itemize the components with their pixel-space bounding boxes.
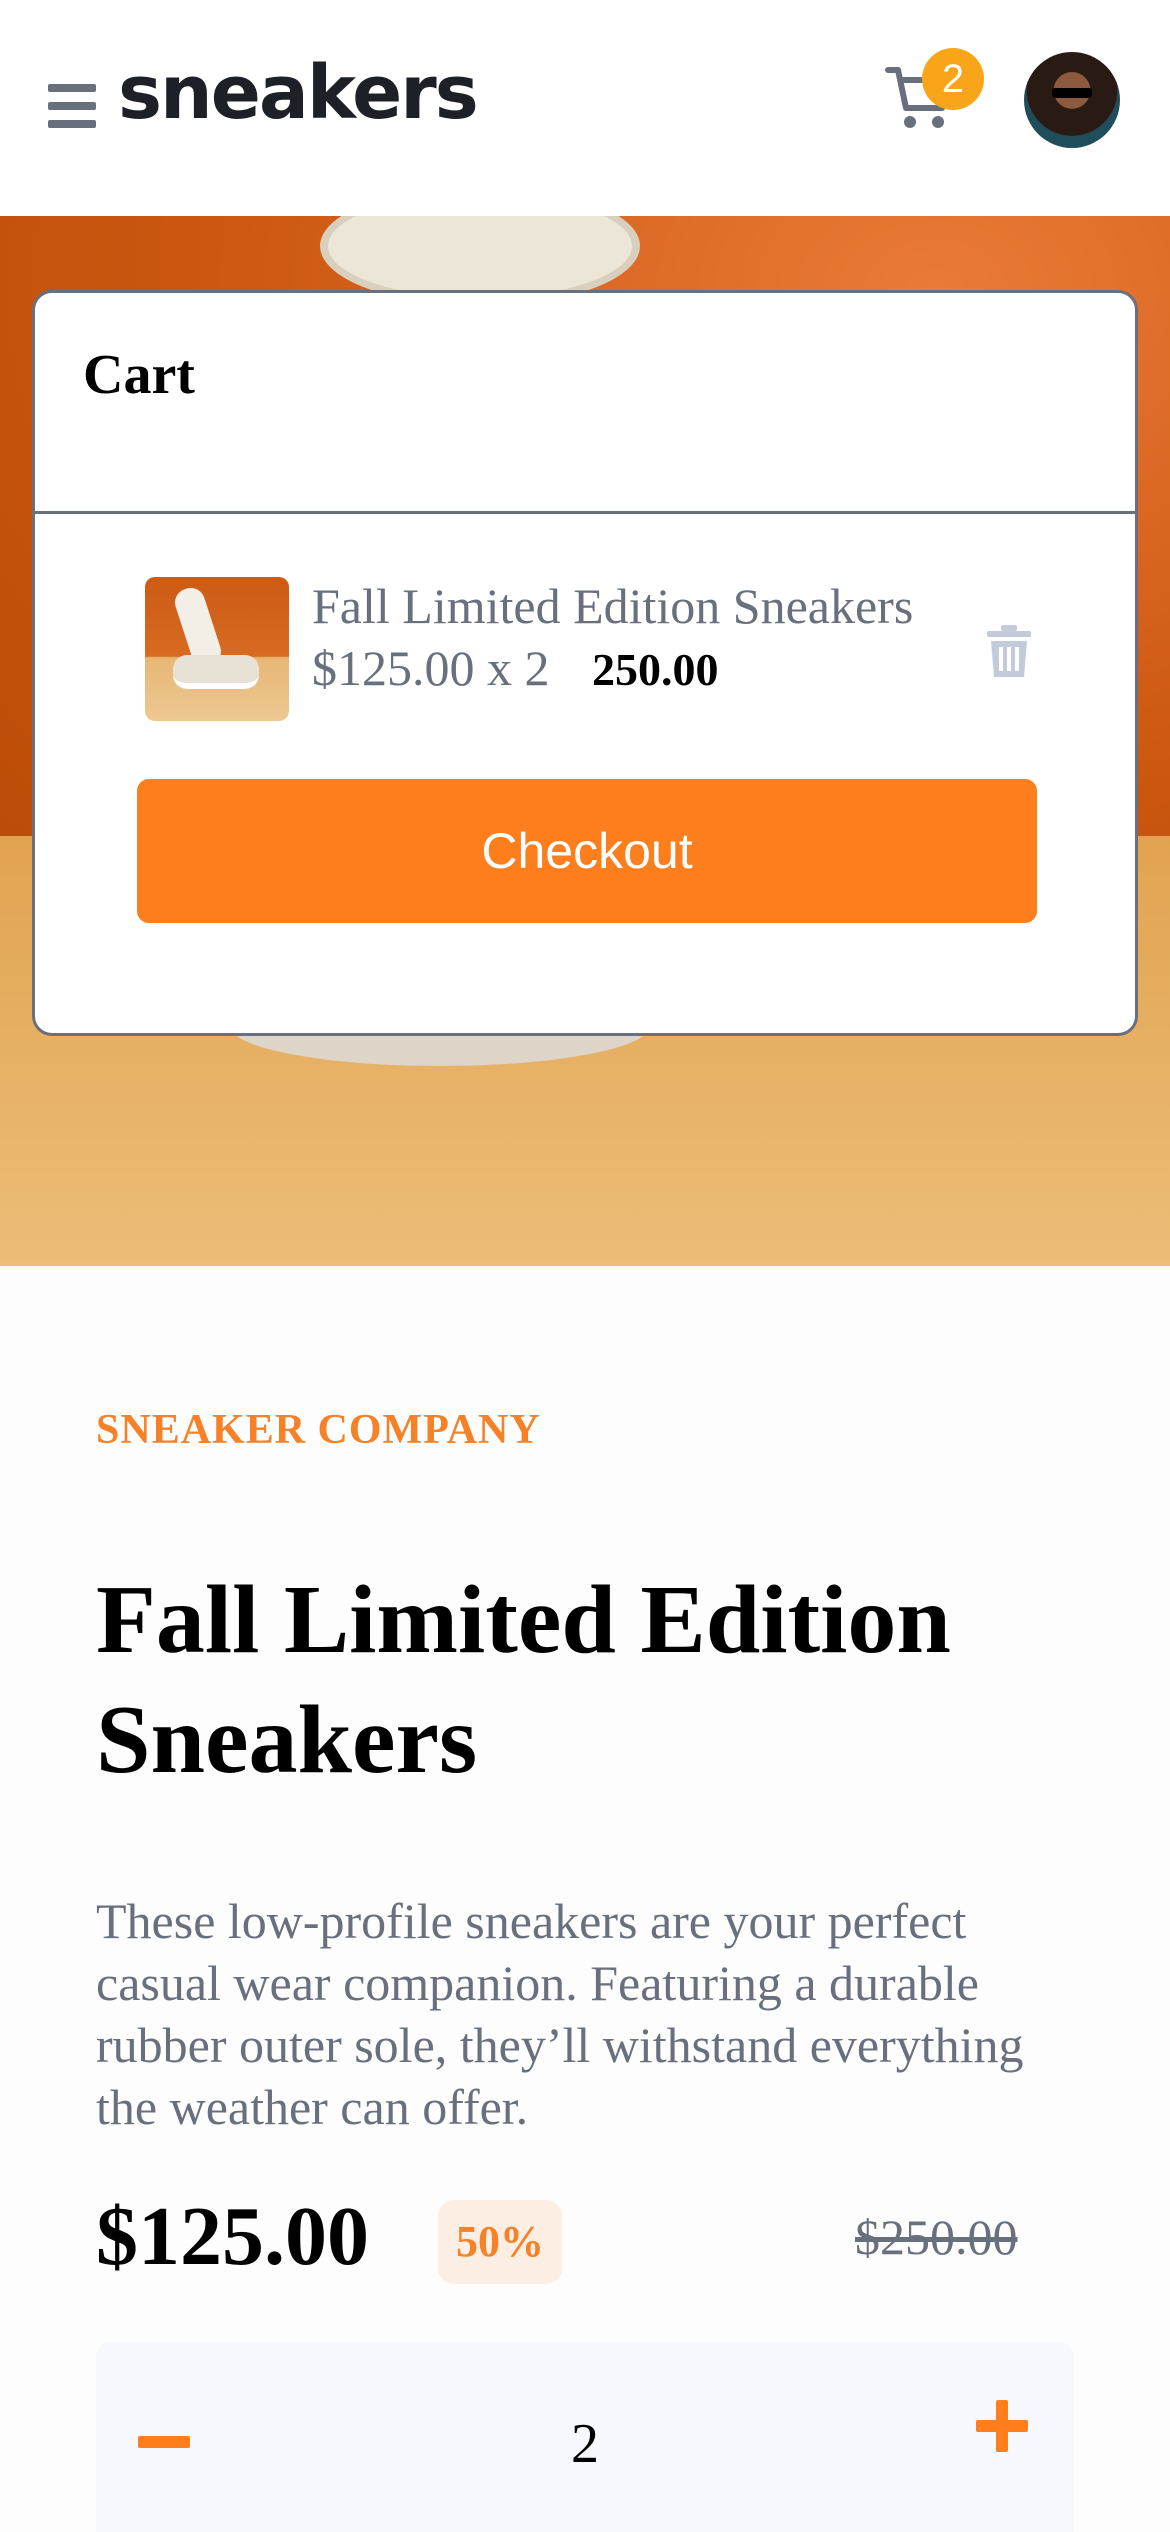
quantity-value: 2 bbox=[571, 2413, 599, 2475]
current-price: $125.00 bbox=[96, 2190, 369, 2283]
discount-badge: 50% bbox=[438, 2200, 562, 2284]
cart-item-name: Fall Limited Edition Sneakers bbox=[312, 578, 914, 634]
trash-icon[interactable] bbox=[987, 625, 1031, 677]
quantity-stepper: 2 bbox=[96, 2342, 1074, 2532]
cart-panel: Cart Fall Limited Edition Sneakers $125.… bbox=[32, 290, 1138, 1036]
cart-title: Cart bbox=[83, 344, 195, 406]
menu-icon[interactable] bbox=[48, 84, 96, 128]
cart-item-total: 250.00 bbox=[592, 644, 719, 695]
cart-count-badge: 2 bbox=[922, 48, 984, 110]
company-name: SNEAKER COMPANY bbox=[96, 1407, 541, 1453]
product-title: Fall Limited Edition Sneakers bbox=[96, 1566, 951, 1794]
plus-icon[interactable] bbox=[972, 2396, 1032, 2456]
logo[interactable]: sneakers bbox=[118, 56, 479, 130]
product-description: These low-profile sneakers are your perf… bbox=[96, 1893, 1024, 2135]
original-price: $250.00 bbox=[855, 2209, 1018, 2265]
divider bbox=[35, 511, 1135, 514]
checkout-button[interactable]: Checkout bbox=[137, 779, 1037, 923]
cart-item-thumbnail bbox=[145, 577, 289, 721]
avatar[interactable] bbox=[1024, 52, 1120, 148]
cart-item-price: $125.00 x 2 bbox=[312, 640, 550, 696]
header: sneakers 2 bbox=[0, 0, 1170, 216]
